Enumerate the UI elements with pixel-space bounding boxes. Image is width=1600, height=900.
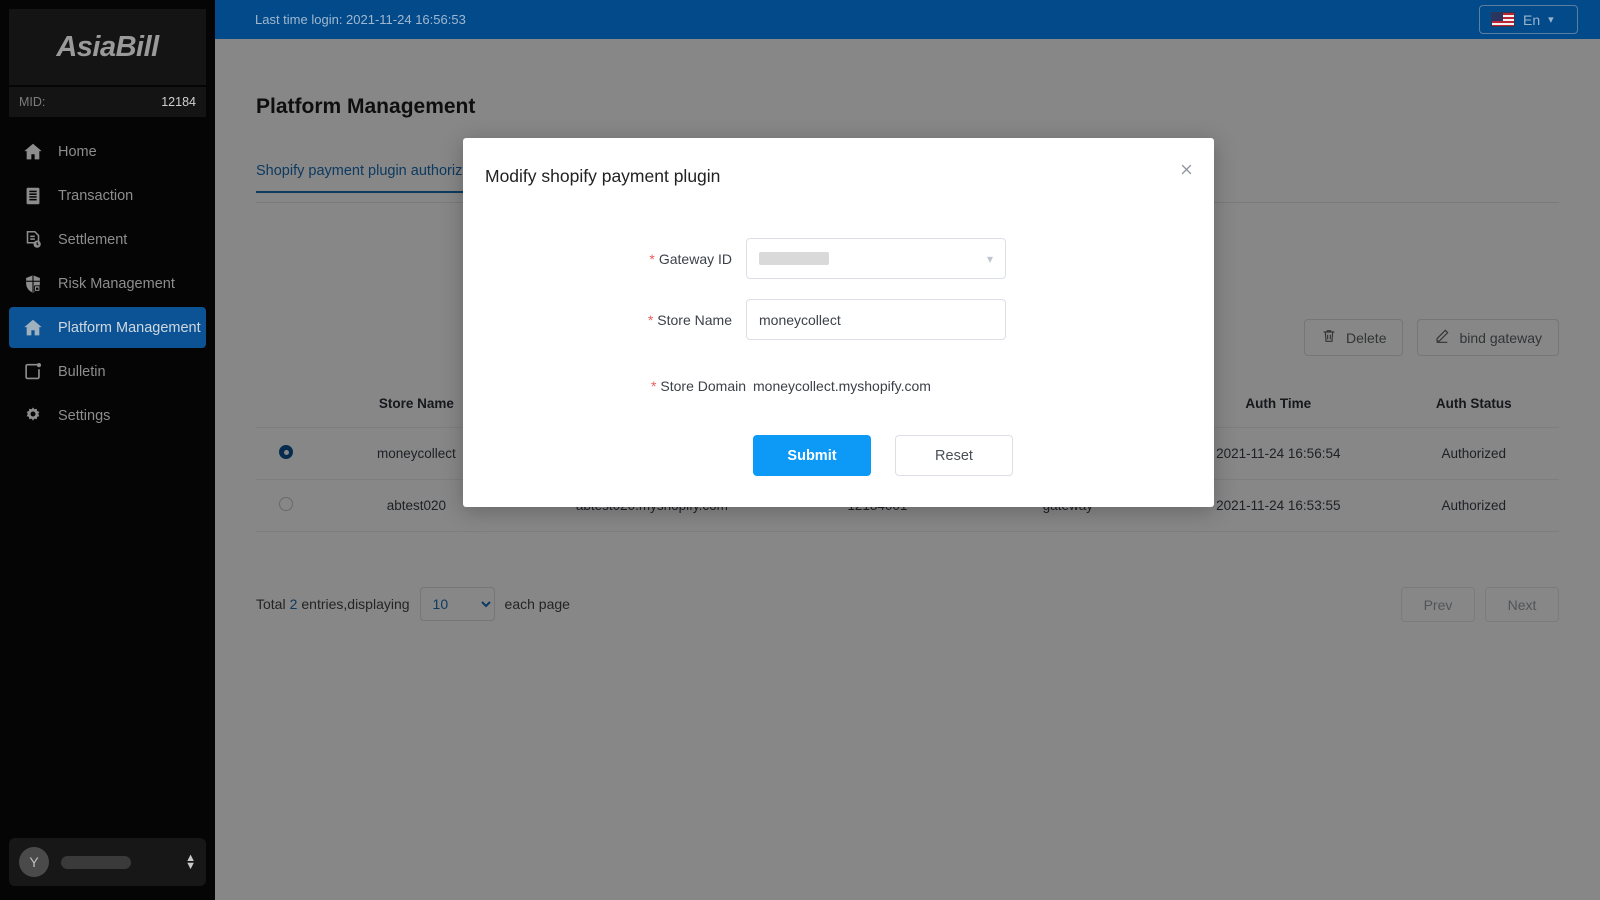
gear-icon (21, 404, 45, 428)
chevron-down-icon: ▾ (986, 251, 993, 266)
required-asterisk: * (647, 311, 654, 328)
sidebar-item-label: Transaction (58, 187, 134, 204)
language-selector[interactable]: En ▾ (1479, 5, 1578, 34)
sidebar-item-label: Settings (58, 407, 111, 424)
sidebar-item-bulletin[interactable]: Bulletin (9, 351, 206, 392)
field-gateway-id: * Gateway ID ▾ (463, 238, 1214, 279)
top-header-bar: Last time login: 2021-11-24 16:56:53 En … (215, 0, 1600, 39)
modify-shopify-payment-plugin-dialog: Modify shopify payment plugin * Gateway I… (463, 138, 1214, 507)
gateway-id-label: * Gateway ID (649, 250, 732, 267)
required-asterisk: * (649, 250, 655, 267)
brand-logo-text: AsiaBill (56, 30, 159, 63)
home-icon (21, 316, 45, 340)
sidebar-item-platform-management[interactable]: Platform Management (9, 307, 206, 348)
us-flag-icon (1491, 12, 1515, 27)
sidebar-item-home[interactable]: Home (9, 131, 206, 172)
app-root: AsiaBill MID: 12184 Home Transaction Set… (0, 0, 1600, 900)
sidebar-item-label: Bulletin (58, 363, 106, 380)
last-login-text: Last time login: 2021-11-24 16:56:53 (255, 12, 466, 27)
field-store-domain: * Store Domain moneycollect.myshopify.com (463, 378, 1214, 394)
up-down-chevron-icon[interactable]: ▲ ▼ (185, 853, 196, 872)
field-store-name: * Store Name moneycollect (463, 299, 1214, 340)
sidebar: AsiaBill MID: 12184 Home Transaction Set… (0, 0, 215, 900)
sidebar-item-settings[interactable]: Settings (9, 395, 206, 436)
store-domain-value: moneycollect.myshopify.com (753, 378, 931, 394)
mid-label: MID: (19, 95, 46, 109)
dialog-actions: Submit Reset (753, 435, 1214, 476)
avatar: Y (19, 847, 49, 877)
document-clock-icon (21, 228, 45, 252)
sidebar-item-label: Home (58, 143, 97, 160)
username-redacted (61, 855, 131, 869)
submit-button[interactable]: Submit (753, 435, 871, 476)
mid-display: MID: 12184 (9, 87, 206, 117)
close-icon[interactable] (1175, 161, 1197, 183)
sidebar-item-risk-management[interactable]: Risk Management (9, 263, 206, 304)
sidebar-item-label: Platform Management (58, 319, 201, 336)
chevron-down-icon: ▾ (1548, 14, 1554, 26)
sidebar-item-label: Settlement (58, 231, 128, 248)
required-asterisk: * (650, 378, 657, 394)
user-account-switcher[interactable]: Y ▲ ▼ (9, 838, 206, 886)
gateway-id-select[interactable]: ▾ (746, 238, 1006, 279)
store-name-input[interactable]: moneycollect (746, 299, 1006, 340)
sidebar-item-label: Risk Management (58, 275, 175, 292)
shield-lock-icon (21, 272, 45, 296)
dialog-title: Modify shopify payment plugin (485, 166, 721, 186)
sidebar-item-transaction[interactable]: Transaction (9, 175, 206, 216)
dialog-form: * Gateway ID ▾ * Store Name moneycollect *… (463, 238, 1214, 476)
gateway-id-redacted-value (759, 252, 829, 265)
store-name-label: * Store Name (647, 311, 732, 328)
document-lines-icon (21, 184, 45, 208)
store-domain-label: * Store Domain (650, 378, 746, 394)
brand-logo: AsiaBill (9, 9, 206, 85)
mid-value: 12184 (161, 95, 196, 109)
home-icon (21, 140, 45, 164)
bulletin-board-icon (21, 360, 45, 384)
sidebar-nav: Home Transaction Settlement Risk Managem… (0, 131, 215, 436)
sidebar-item-settlement[interactable]: Settlement (9, 219, 206, 260)
language-label: En (1523, 11, 1541, 28)
reset-button[interactable]: Reset (895, 435, 1013, 476)
